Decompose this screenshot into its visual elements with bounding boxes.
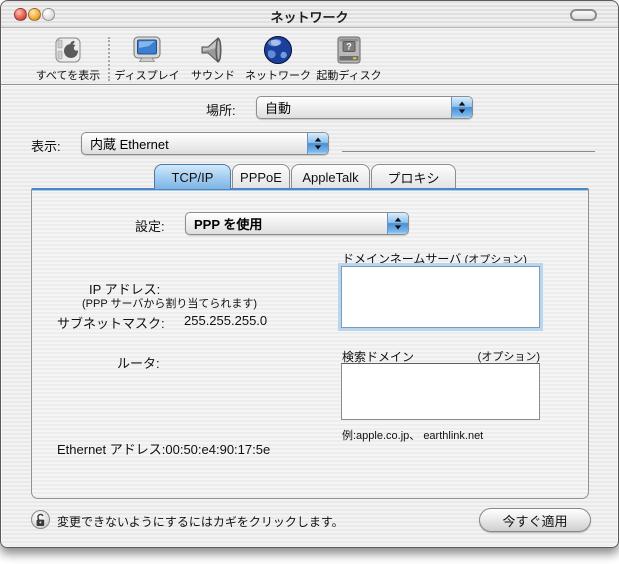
- tab-appletalk-label: AppleTalk: [302, 169, 359, 185]
- lock-button[interactable]: [31, 510, 50, 529]
- show-separator-line: [342, 151, 595, 152]
- ethernet-address-label: Ethernet アドレス:: [57, 442, 166, 457]
- dns-servers-field[interactable]: [341, 266, 540, 328]
- subnet-mask-value: 255.255.255.0: [184, 313, 268, 328]
- show-label: 表示:: [31, 139, 61, 154]
- configure-popup[interactable]: PPP を使用: [185, 212, 409, 235]
- search-domains-label: 検索ドメイン: [342, 350, 415, 364]
- dns-label-row: ドメインネームサーバ (オプション): [342, 250, 527, 267]
- screen: ネットワーク すべてを表示 ディスプレイ サウンド ネットワーク ? 起動ディス…: [0, 0, 619, 564]
- title-bar[interactable]: ネットワーク: [1, 1, 618, 28]
- tab-tcpip[interactable]: TCP/IP: [154, 164, 231, 189]
- location-popup[interactable]: 自動: [256, 96, 473, 119]
- tab-pppoe-label: PPPoE: [240, 169, 282, 185]
- toolbar-label-show-all: すべてを表示: [35, 70, 101, 82]
- apply-now-button[interactable]: 今すぐ適用: [479, 508, 591, 532]
- search-example-text: 例:apple.co.jp、 earthlink.net: [342, 430, 484, 442]
- network-preferences-window: ネットワーク すべてを表示 ディスプレイ サウンド ネットワーク ? 起動ディス…: [0, 0, 619, 548]
- startup-disk-icon: ?: [333, 34, 365, 66]
- popup-arrows-icon: [387, 213, 408, 234]
- show-popup-value: 内蔵 Ethernet: [90, 137, 169, 152]
- dns-label: ドメインネームサーバ: [342, 252, 462, 266]
- tab-tcpip-label: TCP/IP: [171, 169, 214, 185]
- popup-arrows-icon: [451, 97, 472, 118]
- preferences-toolbar: すべてを表示 ディスプレイ サウンド ネットワーク ? 起動ディスク: [1, 29, 618, 85]
- network-globe-icon: [262, 34, 294, 66]
- tab-pppoe[interactable]: PPPoE: [232, 164, 290, 189]
- toolbar-pill-button[interactable]: [570, 9, 597, 21]
- open-padlock-icon: [36, 513, 45, 526]
- apply-now-label: 今すぐ適用: [502, 513, 568, 529]
- show-all-apple-icon: [52, 34, 84, 66]
- dns-optional-label: (オプション): [464, 254, 527, 266]
- router-label: ルータ:: [117, 356, 160, 371]
- display-icon: [131, 34, 163, 66]
- lock-hint-text: 変更できないようにするにはカギをクリックします。: [57, 515, 344, 529]
- ip-address-note: (PPP サーバから割り当てられます): [82, 298, 258, 310]
- tab-appletalk[interactable]: AppleTalk: [291, 164, 370, 189]
- toolbar-label-startup-disk: 起動ディスク: [316, 70, 382, 82]
- window-title: ネットワーク: [270, 10, 349, 25]
- tcpip-pane: 設定: PPP を使用 ドメインネームサーバ (オプション) IP アドレス: …: [31, 188, 589, 499]
- search-domains-field[interactable]: [341, 363, 540, 420]
- ethernet-address-row: Ethernet アドレス:00:50:e4:90:17:5e: [57, 439, 270, 458]
- svg-text:?: ?: [346, 42, 352, 52]
- popup-arrows-icon: [307, 133, 328, 154]
- tab-proxies-label: プロキシ: [387, 170, 440, 186]
- configure-label: 設定:: [135, 219, 165, 234]
- toolbar-item-startup-disk[interactable]: ? 起動ディスク: [307, 34, 391, 83]
- toolbar-item-show-all[interactable]: すべてを表示: [26, 34, 110, 83]
- location-label: 場所:: [206, 103, 236, 118]
- ethernet-address-value: 00:50:e4:90:17:5e: [165, 442, 271, 457]
- subnet-mask-label: サブネットマスク:: [57, 316, 165, 331]
- search-optional-label: (オプション): [477, 351, 540, 363]
- sound-speaker-icon: [197, 34, 229, 66]
- location-popup-value: 自動: [265, 101, 292, 116]
- show-popup[interactable]: 内蔵 Ethernet: [81, 132, 329, 155]
- configure-popup-value: PPP を使用: [194, 217, 263, 232]
- tab-proxies[interactable]: プロキシ: [371, 164, 456, 189]
